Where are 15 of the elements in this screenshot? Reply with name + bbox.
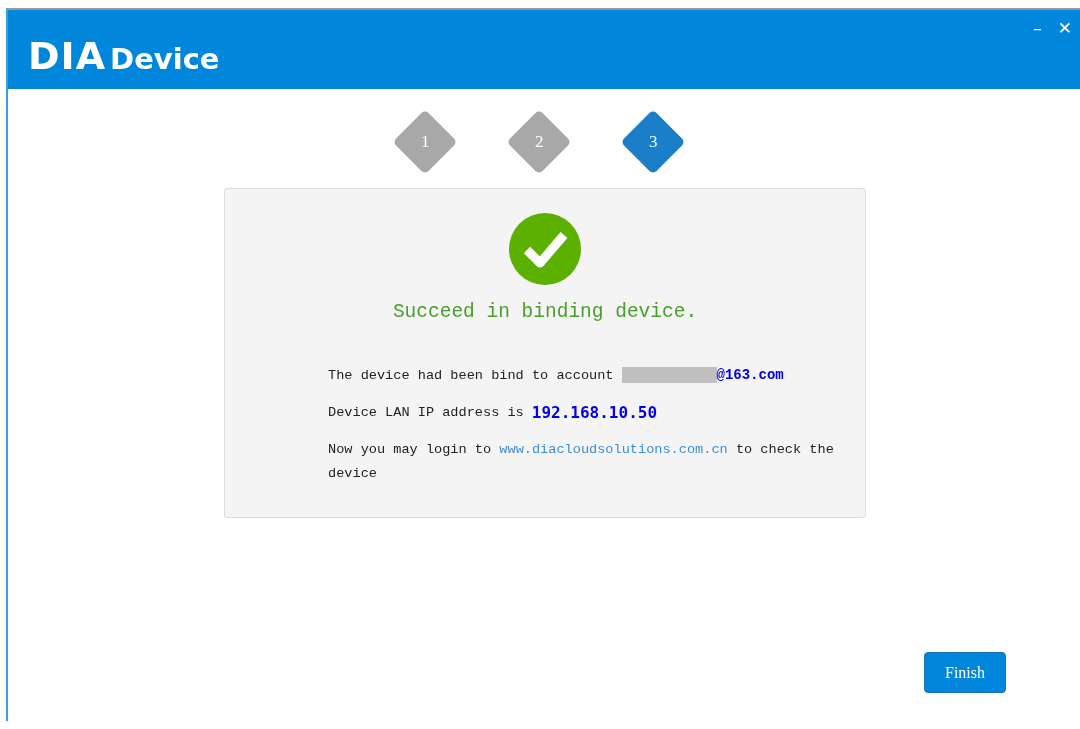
ip-address: 192.168.10.50 [531,403,658,422]
info-text: Now you may login to www.diacloudsolutions.com.cn to check the device [328,441,835,483]
step-indicator: 1 [392,109,458,175]
app-logo: DIA Device [28,34,220,78]
success-check-icon [509,213,581,285]
info-text: Device LAN IP address is [328,405,524,420]
minimize-button[interactable]: – [1029,18,1046,38]
finish-button[interactable]: Finish [924,652,1006,693]
info-text: The device had been bind to account [328,367,614,383]
close-button[interactable]: ✕ [1053,18,1076,38]
step-indicator: 3 [620,109,686,175]
step-indicator: 2 [506,109,572,175]
success-message: Succeed in binding device. [392,301,698,323]
account-email: @163.com [716,367,784,383]
website-link[interactable]: www.diacloudsolutions.com.cn [499,442,728,457]
